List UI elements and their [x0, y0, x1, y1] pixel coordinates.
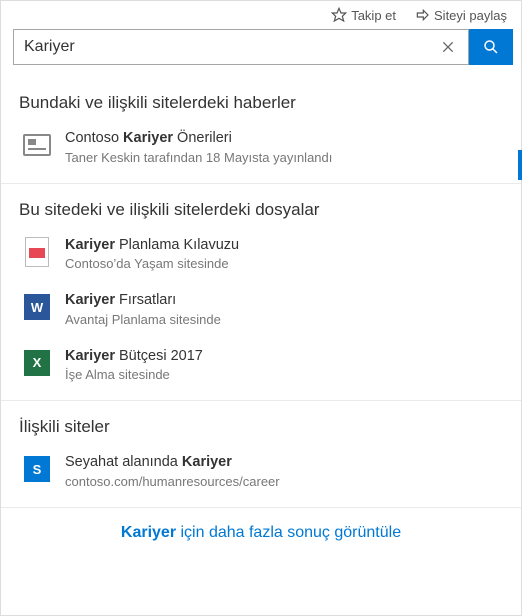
search-button[interactable]: [469, 29, 513, 65]
result-title: Contoso Kariyer Önerileri: [65, 129, 505, 149]
search-icon: [482, 38, 500, 56]
result-subtitle: Taner Keskin tarafından 18 Mayısta yayın…: [65, 150, 505, 165]
follow-label: Takip et: [351, 8, 396, 23]
result-subtitle: Avantaj Planlama sitesinde: [65, 312, 505, 327]
file-result-butcesi-2017[interactable]: X Kariyer Bütçesi 2017 İşe Alma sitesind…: [19, 341, 505, 397]
files-section-header: Bu sitedeki ve ilişkili sitelerdeki dosy…: [19, 200, 505, 220]
search-row: [1, 27, 521, 71]
result-title: Kariyer Planlama Kılavuzu: [65, 236, 505, 256]
close-icon: [440, 39, 456, 55]
pdf-icon: [23, 238, 51, 266]
result-title: Kariyer Fırsatları: [65, 291, 505, 311]
result-subtitle: contoso.com/humanresources/career: [65, 474, 505, 489]
news-section-header: Bundaki ve ilişkili sitelerdeki haberler: [19, 93, 505, 113]
news-result-contoso-kariyer[interactable]: Contoso Kariyer Önerileri Taner Keskin t…: [19, 123, 505, 179]
files-section: Bu sitedeki ve ilişkili sitelerdeki dosy…: [1, 184, 521, 402]
file-result-planlama-kilavuzu[interactable]: Kariyer Planlama Kılavuzu Contoso’da Yaş…: [19, 230, 505, 286]
follow-button[interactable]: Takip et: [331, 7, 396, 23]
word-icon: W: [23, 293, 51, 321]
result-subtitle: Contoso’da Yaşam sitesinde: [65, 256, 505, 271]
share-label: Siteyi paylaş: [434, 8, 507, 23]
sites-section: İlişkili siteler S Seyahat alanında Kari…: [1, 401, 521, 508]
result-title: Seyahat alanında Kariyer: [65, 453, 505, 473]
news-icon: [23, 131, 51, 159]
sharepoint-icon: S: [23, 455, 51, 483]
share-site-button[interactable]: Siteyi paylaş: [414, 7, 507, 23]
result-title: Kariyer Bütçesi 2017: [65, 347, 505, 367]
search-input[interactable]: [24, 38, 434, 56]
file-result-firsatlari[interactable]: W Kariyer Fırsatları Avantaj Planlama si…: [19, 285, 505, 341]
clear-search-button[interactable]: [434, 39, 462, 55]
show-more-results-link[interactable]: Kariyer için daha fazla sonuç görüntüle: [1, 508, 521, 558]
result-subtitle: İşe Alma sitesinde: [65, 367, 505, 382]
search-box: [13, 29, 469, 65]
share-icon: [414, 7, 430, 23]
excel-icon: X: [23, 349, 51, 377]
news-section: Bundaki ve ilişkili sitelerdeki haberler…: [1, 77, 521, 184]
star-icon: [331, 7, 347, 23]
site-result-seyahat[interactable]: S Seyahat alanında Kariyer contoso.com/h…: [19, 447, 505, 503]
sites-section-header: İlişkili siteler: [19, 417, 505, 437]
top-bar: Takip et Siteyi paylaş: [1, 1, 521, 27]
search-results: Bundaki ve ilişkili sitelerdeki haberler…: [1, 71, 521, 558]
accent-bar: [518, 150, 522, 180]
